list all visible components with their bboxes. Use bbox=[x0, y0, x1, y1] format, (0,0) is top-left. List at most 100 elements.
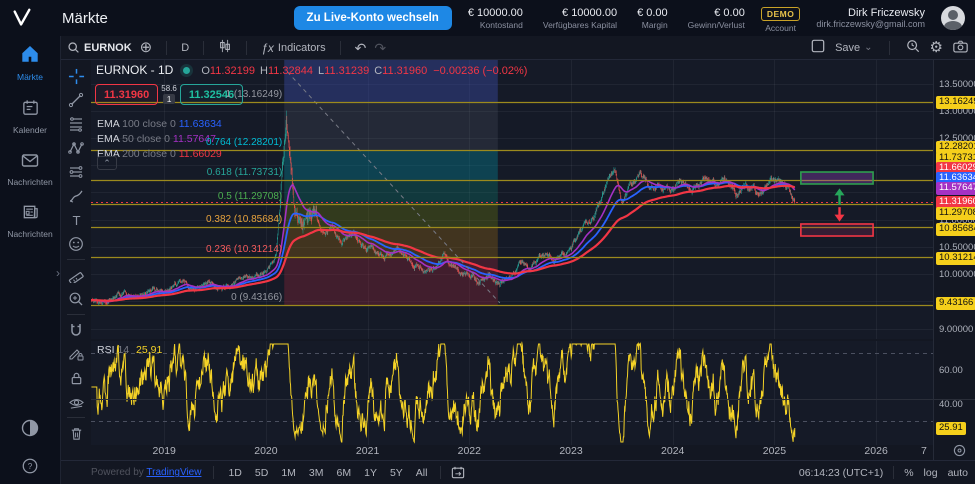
time-axis-year: 2026 bbox=[864, 445, 888, 457]
fib-level-label: 0.764 (12.28201) bbox=[206, 136, 283, 148]
legend-symbol-title[interactable]: EURNOK - 1D bbox=[96, 63, 173, 77]
trend-line-tool-icon[interactable] bbox=[64, 88, 88, 112]
text-tool-icon[interactable]: T bbox=[64, 208, 88, 232]
rsi-tick: 40.00 bbox=[939, 399, 963, 410]
auto-scale-button[interactable]: auto bbox=[948, 467, 968, 479]
remove-drawings-trash-icon[interactable] bbox=[64, 421, 88, 445]
range-button-5d[interactable]: 5D bbox=[255, 467, 268, 479]
undo-icon[interactable]: ↶ bbox=[355, 41, 367, 55]
fib-retracement-tool-icon[interactable] bbox=[64, 112, 88, 136]
indicators-button[interactable]: ƒx Indicators bbox=[261, 41, 325, 55]
sidebar-item-kalender-1[interactable]: Kalender bbox=[0, 90, 60, 143]
calendar-icon bbox=[21, 98, 40, 122]
plot-area: EURNOK - 1D O11.32199 H11.32844 L11.31239 C1… bbox=[91, 60, 975, 460]
fib-level-label: 0.5 (11.29708) bbox=[217, 190, 283, 202]
measure-tool-icon[interactable] bbox=[64, 263, 88, 287]
goto-date-icon[interactable] bbox=[451, 466, 465, 479]
stat-value: € 0.00 bbox=[637, 6, 668, 19]
news-icon bbox=[21, 203, 40, 226]
range-button-all[interactable]: All bbox=[416, 467, 428, 479]
drawing-mode-lock-icon[interactable] bbox=[64, 342, 88, 366]
fx-icon: ƒx bbox=[261, 40, 274, 55]
market-open-dot bbox=[183, 67, 191, 74]
sidebar-item-nachrichten-2[interactable]: Nachrichten bbox=[0, 143, 60, 195]
layout-select-icon[interactable] bbox=[811, 39, 825, 56]
broker-logo-icon[interactable] bbox=[0, 7, 44, 29]
brush-tool-icon[interactable] bbox=[64, 184, 88, 208]
stat-label: Kontostand bbox=[479, 19, 523, 30]
demo-account-badge: DEMO Account bbox=[760, 4, 801, 33]
range-button-1y[interactable]: 1Y bbox=[364, 467, 377, 479]
save-button[interactable]: Save ⌄ bbox=[835, 42, 872, 54]
tradingview-link[interactable]: TradingView bbox=[146, 467, 201, 478]
price-tick: 10.00000 bbox=[939, 269, 975, 281]
quick-search-icon[interactable] bbox=[906, 39, 920, 56]
chart-shell: EURNOK ⊕ D ƒx Indicators ↶ ↷ Save ⌄ ⚙ T … bbox=[60, 36, 975, 484]
emoji-tool-icon[interactable] bbox=[64, 232, 88, 256]
chart-type-icon[interactable] bbox=[218, 39, 232, 56]
axis-price-badge: 11.29708 bbox=[936, 207, 975, 220]
price-tick: 13.50000 bbox=[939, 78, 975, 90]
stat-value: € 10000.00 bbox=[467, 6, 523, 19]
hide-drawings-icon[interactable] bbox=[64, 390, 88, 414]
crosshair-tool-icon[interactable] bbox=[64, 64, 88, 88]
clock-display[interactable]: 06:14:23 (UTC+1) bbox=[799, 467, 883, 479]
zoom-in-tool-icon[interactable] bbox=[64, 287, 88, 311]
price-axis[interactable]: 13.5000013.0000012.5000012.0000011.50000… bbox=[933, 60, 975, 460]
fib-level-label: 0.618 (11.73731) bbox=[206, 166, 283, 178]
pane-divider[interactable] bbox=[91, 399, 975, 400]
range-button-3m[interactable]: 3M bbox=[309, 467, 324, 479]
percent-scale-button[interactable]: % bbox=[904, 467, 913, 479]
fib-level-label: 1 (13.16249) bbox=[225, 89, 283, 100]
fib-level-label: 0.382 (10.85684) bbox=[206, 214, 283, 226]
time-axis-year: 2022 bbox=[457, 445, 481, 457]
sidebar-item-märkte-0[interactable]: Märkte bbox=[0, 36, 60, 90]
settings-gear-icon[interactable]: ⚙ bbox=[930, 40, 943, 55]
sidebar-item-label: Märkte bbox=[17, 72, 43, 82]
time-axis-year: 2025 bbox=[762, 445, 787, 457]
log-scale-button[interactable]: log bbox=[924, 467, 938, 479]
range-button-1d[interactable]: 1D bbox=[228, 467, 241, 479]
range-button-6m[interactable]: 6M bbox=[337, 467, 352, 479]
pattern-tool-icon[interactable] bbox=[64, 136, 88, 160]
chart-bottom-bar: Powered by TradingView 1D 5D 1M 3M 6M 1Y 5Y All… bbox=[61, 460, 975, 484]
redo-icon[interactable]: ↷ bbox=[374, 41, 386, 55]
ema-legend-row-100: EMA 100 close 0 11.63634 bbox=[97, 118, 222, 130]
page-title: Märkte bbox=[62, 9, 108, 27]
trading-app: Märkte Zu Live-Konto wechseln € 10000.00… bbox=[0, 0, 975, 484]
stat-value: € 0.00 bbox=[714, 6, 745, 19]
interval-button[interactable]: D bbox=[181, 42, 189, 54]
magnet-tool-icon[interactable] bbox=[64, 318, 88, 342]
range-button-1m[interactable]: 1M bbox=[281, 467, 296, 479]
rsi-pane-canvas[interactable] bbox=[91, 341, 933, 445]
compare-add-icon[interactable]: ⊕ bbox=[140, 40, 153, 55]
drawing-toolbar: T bbox=[61, 60, 91, 460]
fib-level-label: 0.236 (10.31214) bbox=[206, 244, 283, 256]
axis-price-badge: 10.85684 bbox=[936, 223, 975, 236]
top-bar: Märkte Zu Live-Konto wechseln € 10000.00… bbox=[0, 0, 975, 36]
symbol-legend: EURNOK - 1D O11.32199 H11.32844 L11.31239 C1… bbox=[96, 63, 528, 77]
rsi-tick: 60.00 bbox=[939, 365, 963, 376]
account-stat: € 0.00 Margin bbox=[637, 7, 668, 30]
chart-toolbar: EURNOK ⊕ D ƒx Indicators ↶ ↷ Save ⌄ ⚙ bbox=[61, 36, 975, 60]
snapshot-camera-icon[interactable] bbox=[953, 40, 968, 56]
help-icon[interactable]: ? bbox=[21, 457, 39, 480]
svg-text:T: T bbox=[72, 213, 80, 228]
position-tool-icon[interactable] bbox=[64, 160, 88, 184]
sidebar-item-nachrichten-3[interactable]: Nachrichten bbox=[0, 195, 60, 247]
legend-collapse-button[interactable]: ⌃ bbox=[97, 156, 117, 170]
chart-body: T EURNOK - 1D O11.32199 H11.32844 L11.31… bbox=[61, 60, 975, 460]
sell-button[interactable]: 11.31960 bbox=[95, 84, 159, 105]
lot-size: 1 bbox=[162, 93, 176, 105]
svg-text:?: ? bbox=[28, 462, 33, 471]
switch-to-live-account-button[interactable]: Zu Live-Konto wechseln bbox=[293, 6, 452, 30]
trade-buttons: 11.31960 58.6 1 11.32546 bbox=[95, 84, 244, 105]
user-avatar[interactable] bbox=[941, 6, 965, 30]
theme-toggle-icon[interactable] bbox=[20, 418, 40, 443]
range-button-5y[interactable]: 5Y bbox=[390, 467, 403, 479]
lock-all-icon[interactable] bbox=[64, 366, 88, 390]
time-axis-year: 2021 bbox=[355, 445, 380, 457]
time-axis[interactable]: 2019 2020 2021 2022 2023 2024 2025 2026 7 bbox=[91, 444, 975, 460]
axis-price-badge: 13.16249 bbox=[936, 96, 975, 109]
symbol-search[interactable]: EURNOK bbox=[67, 41, 132, 54]
